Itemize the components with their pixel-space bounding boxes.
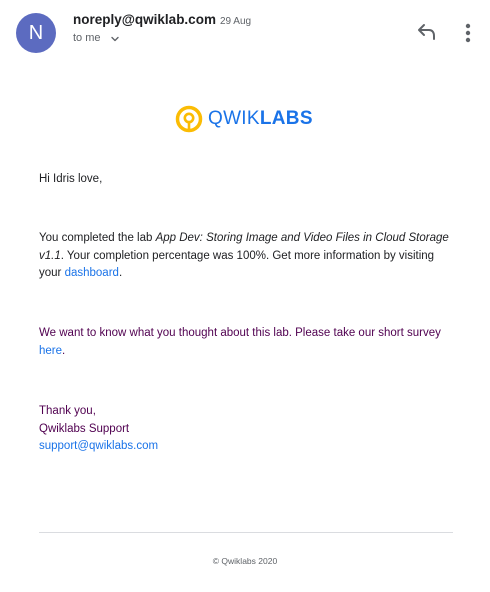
qwiklabs-mark-icon xyxy=(175,105,203,133)
sender-line: noreply@qwiklab.com 29 Aug xyxy=(73,11,251,29)
qwiklabs-logo: QWIKLABS xyxy=(175,104,313,134)
footer-copyright: © Qwiklabs 2020 xyxy=(212,556,278,566)
survey-paragraph: We want to know what you thought about t… xyxy=(39,327,441,357)
email-date: 29 Aug xyxy=(219,16,252,27)
more-vert-icon[interactable] xyxy=(458,22,478,44)
recipient-details-toggle[interactable]: to me xyxy=(73,32,120,44)
greeting: Hi Idris love, xyxy=(39,173,103,185)
email-header: N noreply@qwiklab.com 29 Aug to me xyxy=(0,0,490,60)
sender-address[interactable]: noreply@qwiklab.com xyxy=(73,12,216,27)
support-email-link[interactable]: support@qwiklabs.com xyxy=(39,438,453,456)
thanks-line: Thank you, xyxy=(39,405,96,417)
footer-divider xyxy=(39,532,453,533)
reply-icon[interactable] xyxy=(414,22,438,44)
recipient-label: to me xyxy=(73,32,101,44)
logo-wordmark: QWIKLABS xyxy=(208,108,313,129)
dashboard-link[interactable]: dashboard xyxy=(65,267,119,279)
chevron-down-icon xyxy=(110,36,119,42)
support-name: Qwiklabs Support xyxy=(39,422,130,435)
survey-link[interactable]: here xyxy=(39,345,62,357)
sender-avatar[interactable]: N xyxy=(16,13,56,53)
signoff-block: Thank you, Qwiklabs Support support@qwik… xyxy=(39,403,453,456)
completion-paragraph: You completed the lab App Dev: Storing I… xyxy=(39,232,449,279)
